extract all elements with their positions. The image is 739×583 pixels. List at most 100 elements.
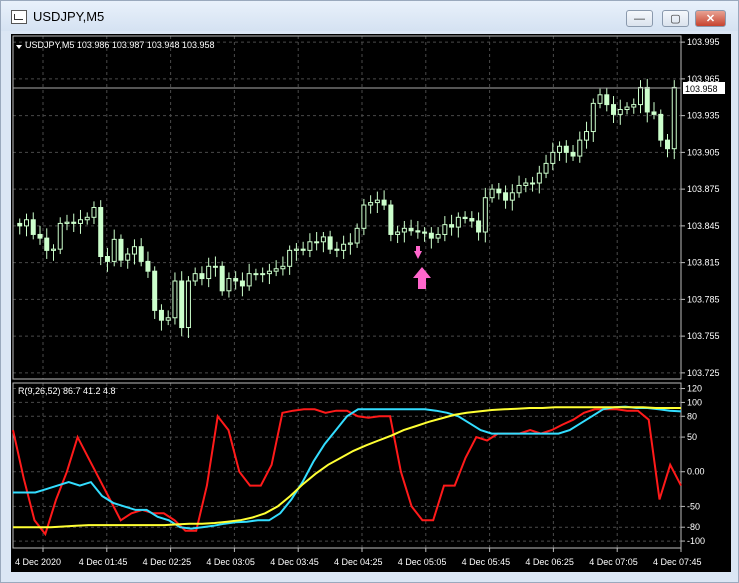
- osc-tick-label: 0.00: [687, 467, 705, 477]
- candle-body: [307, 241, 313, 251]
- candle-body: [644, 86, 650, 113]
- candle-body: [341, 243, 347, 251]
- candle-body: [570, 151, 576, 157]
- candle-body: [482, 197, 488, 233]
- osc-tick-label: 100: [687, 397, 702, 407]
- candle-body: [314, 241, 320, 244]
- candle-body: [37, 233, 43, 239]
- close-button[interactable]: ✕: [695, 10, 726, 27]
- candle-body: [260, 273, 266, 276]
- candle-body: [361, 204, 367, 229]
- candle-body: [631, 104, 637, 108]
- candle-body: [611, 104, 617, 115]
- candle-body: [84, 216, 90, 221]
- candle-body: [368, 202, 374, 206]
- candle-body: [658, 113, 664, 141]
- candle-body: [516, 184, 522, 194]
- candle-body: [597, 94, 603, 104]
- candle-body: [185, 280, 191, 329]
- candle-body: [165, 317, 171, 321]
- candle-body: [334, 248, 340, 251]
- candle-body: [131, 246, 137, 255]
- candle-body: [638, 86, 644, 106]
- candle-body: [118, 238, 124, 261]
- time-tick-label: 4 Dec 01:45: [79, 557, 128, 567]
- candle-body: [287, 249, 293, 267]
- time-tick-label: 4 Dec 02:25: [143, 557, 192, 567]
- candle-body: [327, 236, 333, 250]
- candle-body: [145, 260, 151, 272]
- candle-body: [158, 309, 164, 321]
- osc-series-line: [12, 408, 682, 537]
- price-grid: [13, 36, 682, 379]
- time-tick-label: 4 Dec 03:45: [270, 557, 319, 567]
- price-tick-label: 103.845: [687, 221, 720, 231]
- price-tick-label: 103.725: [687, 368, 720, 378]
- candle-body: [489, 188, 495, 199]
- candle-body: [469, 218, 475, 222]
- oscillator-axis: 120 100 80 50 0.00 -50 -80 -100: [681, 384, 705, 546]
- oscillator-header: R(9,26,52) 86.7 41.2 4.8: [18, 386, 116, 396]
- price-tick-label: 103.875: [687, 184, 720, 194]
- candle-body: [17, 222, 23, 227]
- chart-window: USDJPY,M5 — ▢ ✕ USDJPY,M5 103.986 103.98…: [0, 0, 739, 583]
- osc-tick-label: 50: [687, 432, 697, 442]
- candle-body: [64, 221, 70, 224]
- candle-body: [226, 278, 232, 292]
- candle-body: [266, 270, 272, 275]
- candle-body: [523, 182, 529, 186]
- collapse-triangle-icon[interactable]: [16, 45, 22, 49]
- time-tick-label: 4 Dec 07:45: [653, 557, 702, 567]
- osc-series-line: [13, 405, 682, 530]
- candle-body: [57, 222, 63, 250]
- candle-body: [449, 224, 455, 228]
- candle-body: [435, 233, 441, 239]
- minimize-button[interactable]: —: [626, 10, 653, 27]
- chart-area[interactable]: USDJPY,M5 103.986 103.987 103.948 103.95…: [11, 34, 731, 572]
- candle-body: [354, 227, 360, 244]
- candle-body: [530, 182, 536, 185]
- candle-body: [98, 207, 104, 257]
- candle-body: [584, 131, 590, 141]
- candle-body: [206, 265, 212, 280]
- last-price-label: 103.958: [685, 84, 718, 94]
- candle-body: [543, 162, 549, 174]
- time-tick-label: 4 Dec 05:05: [398, 557, 447, 567]
- candle-body: [179, 280, 185, 329]
- candle-body: [563, 145, 569, 153]
- candle-body: [428, 232, 434, 239]
- up-arrow-icon: [413, 267, 431, 289]
- candle-body: [455, 216, 461, 228]
- candle-body: [671, 86, 677, 150]
- maximize-button[interactable]: ▢: [662, 10, 689, 27]
- candle-body: [104, 256, 110, 262]
- candle-body: [219, 265, 225, 292]
- chart-svg: USDJPY,M5 103.986 103.987 103.948 103.95…: [12, 35, 725, 567]
- candle-body: [23, 219, 29, 227]
- candle-body: [192, 273, 198, 282]
- candle-body: [442, 224, 448, 235]
- candle-body: [509, 192, 515, 201]
- candle-body: [577, 139, 583, 157]
- price-tick-label: 103.785: [687, 294, 720, 304]
- candle-body: [280, 265, 286, 270]
- time-tick-label: 4 Dec 06:25: [525, 557, 574, 567]
- candle-body: [172, 280, 178, 319]
- candle-body: [246, 273, 252, 287]
- candle-body: [401, 227, 407, 233]
- candle-body: [293, 248, 299, 251]
- osc-series-line: [13, 406, 681, 529]
- candle-body: [388, 204, 394, 235]
- candle-body: [557, 145, 563, 153]
- title-bar[interactable]: USDJPY,M5 — ▢ ✕: [1, 1, 738, 31]
- candle-body: [347, 242, 353, 245]
- candle-body: [374, 199, 380, 204]
- price-tick-label: 103.905: [687, 147, 720, 157]
- candle-body: [590, 102, 596, 133]
- candle-body: [604, 94, 610, 106]
- osc-tick-label: -50: [687, 501, 700, 511]
- candle-body: [550, 151, 556, 164]
- price-tick-label: 103.755: [687, 331, 720, 341]
- candle-body: [496, 188, 502, 194]
- candle-body: [253, 273, 259, 276]
